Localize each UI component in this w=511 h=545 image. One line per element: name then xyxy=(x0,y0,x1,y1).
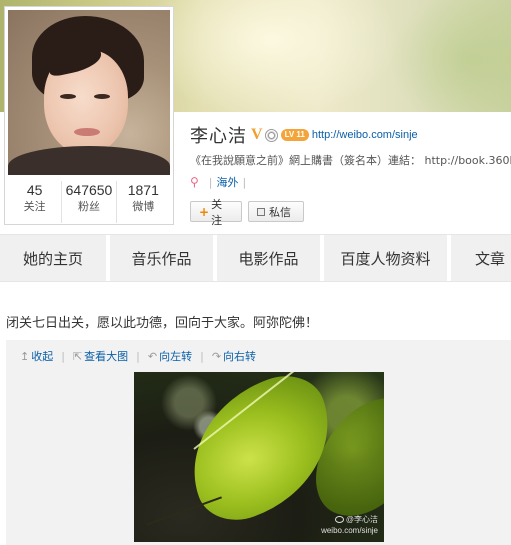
stat-following-count: 45 xyxy=(26,182,43,198)
message-button[interactable]: 私信 xyxy=(248,201,304,222)
profile-bio: 《在我說願意之前》網上購書（簽名本）連結： http://book.360buy xyxy=(190,154,511,167)
tab-movies[interactable]: 电影作品 xyxy=(217,235,324,281)
plus-icon: + xyxy=(199,204,210,219)
member-badge-icon[interactable] xyxy=(264,128,278,142)
divider: | xyxy=(61,349,65,363)
location-link[interactable]: 海外 xyxy=(217,174,239,190)
view-large-link[interactable]: 查看大图 xyxy=(84,348,128,364)
stat-posts[interactable]: 1871 微博 xyxy=(117,181,170,223)
stat-followers[interactable]: 647650 粉丝 xyxy=(62,181,117,223)
watermark-name: @李心洁 xyxy=(345,515,378,524)
profile-stats: 45 关注 647650 粉丝 1871 微博 xyxy=(8,181,170,223)
rotate-left-icon: ↶ xyxy=(147,349,158,363)
verified-icon[interactable]: V xyxy=(251,126,263,144)
media-actions: ↥ 收起 | ⇱ 查看大图 | ↶ 向左转 | ↷ 向右转 xyxy=(20,348,256,364)
stat-posts-label: 微博 xyxy=(132,200,155,213)
weibo-eye-icon xyxy=(334,516,344,523)
level-badge[interactable]: LV 11 xyxy=(280,129,309,141)
post-photo[interactable]: @李心洁 weibo.com/sinje xyxy=(134,372,384,542)
profile-tabs: 她的主页 音乐作品 电影作品 百度人物资料 文章 xyxy=(0,234,511,282)
location-pin-icon: ⚲ xyxy=(190,175,199,189)
divider: | xyxy=(208,175,213,189)
profile-url-link[interactable]: http://weibo.com/sinje xyxy=(312,129,418,141)
profile-name-row: 李心洁 V LV 11 http://weibo.com/sinje xyxy=(190,122,418,148)
follow-button[interactable]: + 关注 xyxy=(190,198,242,227)
divider: | xyxy=(242,175,247,189)
rotate-right-icon: ↷ xyxy=(211,349,222,363)
avatar[interactable] xyxy=(8,10,170,175)
tab-articles[interactable]: 文章 xyxy=(451,235,511,281)
stat-following[interactable]: 45 关注 xyxy=(8,181,63,223)
stat-followers-label: 粉丝 xyxy=(77,200,100,213)
tab-home[interactable]: 她的主页 xyxy=(0,235,110,281)
divider: | xyxy=(136,349,140,363)
rotate-right-link[interactable]: 向右转 xyxy=(223,348,256,364)
tab-baidu-profile[interactable]: 百度人物资料 xyxy=(324,235,451,281)
photo-watermark: @李心洁 weibo.com/sinje xyxy=(321,514,378,536)
collapse-link[interactable]: 收起 xyxy=(31,348,53,364)
collapse-icon: ↥ xyxy=(20,349,30,363)
profile-card: 45 关注 647650 粉丝 1871 微博 xyxy=(4,6,174,225)
tab-music[interactable]: 音乐作品 xyxy=(110,235,217,281)
profile-name: 李心洁 xyxy=(190,126,247,147)
rotate-left-link[interactable]: 向左转 xyxy=(159,348,192,364)
watermark-url: weibo.com/sinje xyxy=(321,526,378,535)
zoom-icon: ⇱ xyxy=(72,349,83,363)
post-media-box: ↥ 收起 | ⇱ 查看大图 | ↶ 向左转 | ↷ 向右转 @李心洁 weibo… xyxy=(6,340,511,545)
post-text: 闭关七日出关，愿以此功德，回向于大家。阿弥陀佛！ xyxy=(6,316,319,331)
stat-followers-count: 647650 xyxy=(65,182,113,198)
message-button-label: 私信 xyxy=(269,205,291,219)
message-icon xyxy=(257,207,265,216)
location-row: ⚲ | 海外 | xyxy=(190,174,250,190)
follow-button-label: 关注 xyxy=(211,197,223,227)
divider: | xyxy=(200,349,204,363)
profile-actions: + 关注 私信 xyxy=(190,198,310,227)
stat-posts-count: 1871 xyxy=(127,182,159,198)
stat-following-label: 关注 xyxy=(23,200,46,213)
